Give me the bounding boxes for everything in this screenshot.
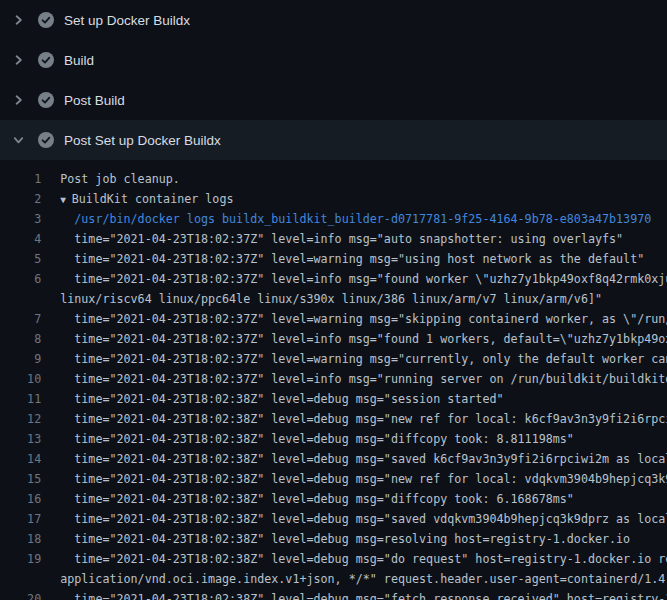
line-number[interactable]: 12: [6, 412, 41, 426]
log-line: 1Post job cleanup.: [0, 169, 667, 189]
line-number[interactable]: 16: [6, 492, 41, 506]
line-text: Post job cleanup.: [41, 172, 180, 186]
line-number[interactable]: 2: [6, 192, 41, 206]
step-label: Post Build: [64, 93, 125, 108]
step-header-build[interactable]: Build: [0, 40, 667, 80]
line-number[interactable]: 3: [6, 212, 41, 226]
line-number[interactable]: 7: [6, 312, 41, 326]
chevron-down-icon: [12, 133, 25, 147]
steps-list: Set up Docker Buildx Build Post Build Post …: [0, 0, 667, 160]
step-label: Build: [64, 53, 94, 68]
check-circle-icon: [38, 92, 54, 108]
line-number[interactable]: 15: [6, 472, 41, 486]
step-header-post-build[interactable]: Post Build: [0, 80, 667, 120]
line-text[interactable]: ▼ BuildKit container logs: [41, 192, 233, 206]
log-group-line: 2▼ BuildKit container logs: [0, 189, 667, 209]
check-circle-icon: [38, 12, 54, 28]
line-number[interactable]: 14: [6, 452, 41, 466]
line-number[interactable]: 10: [6, 372, 41, 386]
line-number[interactable]: 6: [6, 272, 41, 286]
line-number: [6, 572, 41, 586]
line-number[interactable]: 8: [6, 332, 41, 346]
chevron-right-icon: [12, 53, 25, 67]
step-label: Set up Docker Buildx: [64, 13, 190, 28]
chevron-right-icon: [12, 93, 25, 107]
chevron-right-icon: [12, 13, 25, 27]
line-number[interactable]: 11: [6, 392, 41, 406]
line-number[interactable]: 17: [6, 512, 41, 526]
line-number: [6, 292, 41, 306]
line-number[interactable]: 9: [6, 352, 41, 366]
log-line: 20 time="2021-04-23T18:02:38Z" level=deb…: [0, 589, 667, 600]
line-number[interactable]: 4: [6, 232, 41, 246]
line-number[interactable]: 13: [6, 432, 41, 446]
check-circle-icon: [38, 132, 54, 148]
line-number[interactable]: 19: [6, 552, 41, 566]
step-label: Post Set up Docker Buildx: [64, 133, 221, 148]
line-number[interactable]: 20: [6, 592, 41, 600]
collapse-triangle-icon[interactable]: ▼: [60, 194, 71, 205]
workflow-log-panel: Set up Docker Buildx Build Post Build Post …: [0, 0, 667, 600]
step-header-set-up-docker-buildx[interactable]: Set up Docker Buildx: [0, 0, 667, 40]
check-circle-icon: [38, 52, 54, 68]
line-number[interactable]: 1: [6, 172, 41, 186]
step-header-post-set-up-docker-buildx[interactable]: Post Set up Docker Buildx: [0, 120, 667, 160]
line-number[interactable]: 5: [6, 252, 41, 266]
line-text: time="2021-04-23T18:02:38Z" level=debug …: [41, 583, 667, 600]
line-number[interactable]: 18: [6, 532, 41, 546]
log-lines: 1Post job cleanup. 2▼ BuildKit container…: [0, 160, 667, 600]
